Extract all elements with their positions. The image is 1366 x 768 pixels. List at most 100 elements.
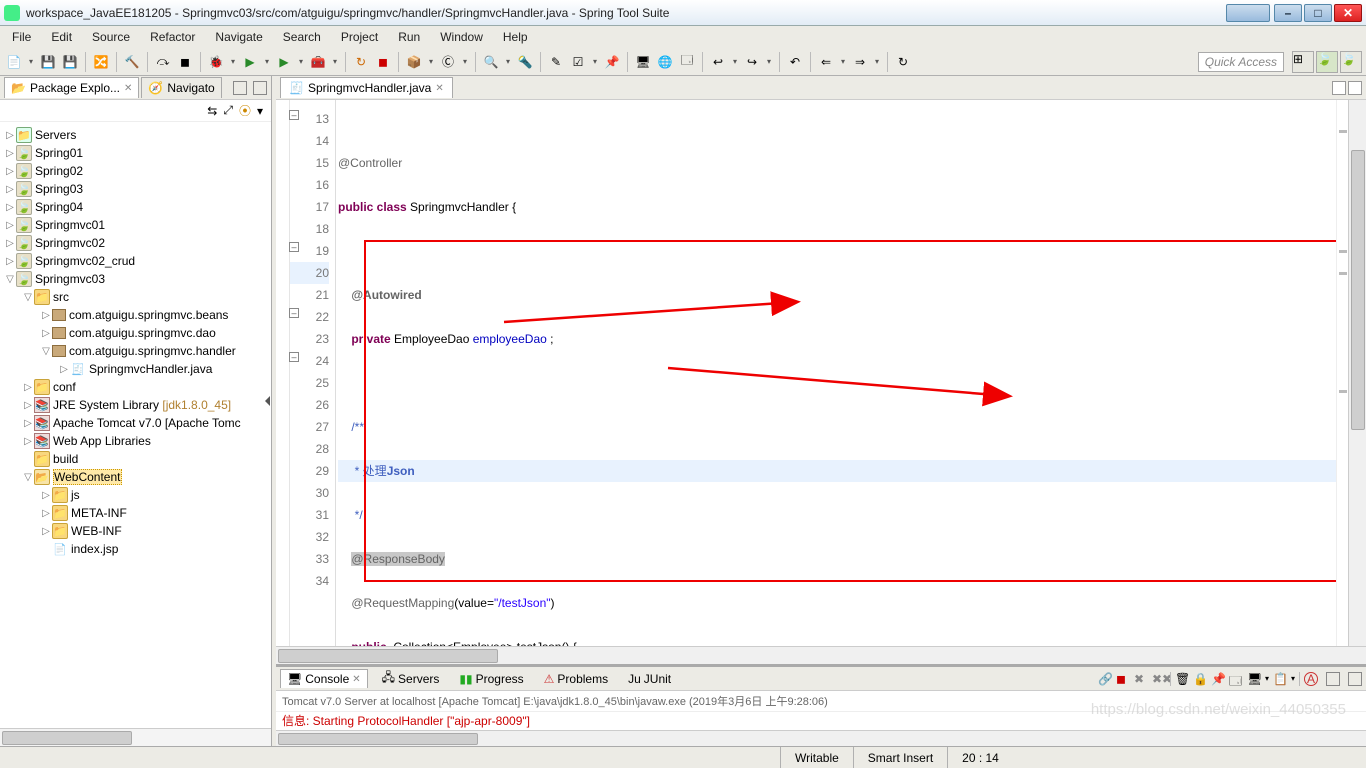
console-horizontal-scrollbar[interactable] <box>276 730 1366 746</box>
console-minimize-button[interactable] <box>1326 672 1340 686</box>
forward-button[interactable]: ⇒ <box>850 52 870 72</box>
window-icon[interactable]: 🗔 <box>677 52 697 72</box>
menu-search[interactable]: Search <box>275 28 329 46</box>
clear-console-icon[interactable]: 🗑 <box>1175 672 1189 686</box>
editor-tab-springmvchandler[interactable]: 🧾 SpringmvcHandler.java ✕ <box>280 77 453 98</box>
stop-server-button[interactable]: ◼ <box>175 52 195 72</box>
save-all-button[interactable]: 💾 <box>60 52 80 72</box>
show-console-icon[interactable]: 🗔 <box>1229 672 1243 686</box>
servers-tab[interactable]: 🖧Servers <box>376 666 446 691</box>
build-button[interactable]: 🔨 <box>122 52 142 72</box>
tree-pkg-beans[interactable]: com.atguigu.springmvc.beans <box>69 308 228 322</box>
problems-tab[interactable]: ⚠Problems <box>538 670 614 688</box>
display-selected-icon[interactable]: 🖥 <box>1247 672 1261 686</box>
editor-minimize-button[interactable] <box>1332 81 1346 95</box>
editor-horizontal-scrollbar[interactable] <box>276 646 1366 664</box>
view-menu-icon[interactable]: ▾ <box>257 104 263 118</box>
tree-js[interactable]: js <box>71 488 80 502</box>
tree-metainf[interactable]: META-INF <box>71 506 127 520</box>
left-horizontal-scrollbar[interactable] <box>0 728 271 746</box>
prev-annotation-button[interactable]: ↩ <box>708 52 728 72</box>
close-editor-tab-icon[interactable]: ✕ <box>435 83 443 94</box>
java-ee-perspective-button[interactable]: 🍃 <box>1316 51 1338 73</box>
menu-source[interactable]: Source <box>84 28 138 46</box>
tree-servers[interactable]: Servers <box>35 128 76 142</box>
junit-tab[interactable]: JuJUnit <box>622 670 677 688</box>
line-number-gutter[interactable]: 13 14 15 16 17 18 19 20 21 22 23 24 25 2… <box>290 100 336 646</box>
menu-window[interactable]: Window <box>432 28 491 46</box>
tree-springmvc01[interactable]: Springmvc01 <box>35 218 105 232</box>
progress-tab[interactable]: ▮▮Progress <box>453 670 529 688</box>
stop-button[interactable]: ◼ <box>373 52 393 72</box>
tree-spring03[interactable]: Spring03 <box>35 182 83 196</box>
browser-icon[interactable]: 🌐 <box>655 52 675 72</box>
terminate-icon[interactable]: ◼ <box>1116 672 1130 686</box>
menu-run[interactable]: Run <box>390 28 428 46</box>
back-button[interactable]: ⇐ <box>816 52 836 72</box>
menu-refactor[interactable]: Refactor <box>142 28 203 46</box>
tree-src[interactable]: src <box>53 290 69 304</box>
open-perspective-button[interactable]: ⊞ <box>1292 51 1314 73</box>
tree-jre[interactable]: JRE System Library <box>53 398 159 412</box>
run-last-button[interactable]: ▶ <box>274 52 294 72</box>
tree-webinf[interactable]: WEB-INF <box>71 524 122 538</box>
refresh-button[interactable]: ↻ <box>893 52 913 72</box>
tree-spring04[interactable]: Spring04 <box>35 200 83 214</box>
spring-perspective-button[interactable]: 🍃 <box>1340 51 1362 73</box>
remove-all-icon[interactable]: ✖✖ <box>1152 672 1166 686</box>
navigator-tab[interactable]: 🧭Navigato <box>141 77 221 98</box>
debug-skip-button[interactable]: ⤼ <box>153 52 173 72</box>
remove-launch-icon[interactable]: ✖ <box>1134 672 1148 686</box>
last-edit-button[interactable]: ↶ <box>785 52 805 72</box>
new-java-package-button[interactable]: 📦 <box>404 52 424 72</box>
menu-file[interactable]: File <box>4 28 39 46</box>
tree-tomcat[interactable]: Apache Tomcat v7.0 [Apache Tomc <box>53 416 241 430</box>
servers-icon[interactable]: 🖥 <box>633 52 653 72</box>
external-tools-button[interactable]: 🧰 <box>308 52 328 72</box>
open-console-icon[interactable]: 📋 <box>1273 672 1287 686</box>
project-tree[interactable]: ▷📁Servers ▷🍃Spring01 ▷🍃Spring02 ▷🍃Spring… <box>0 122 271 728</box>
code-editor[interactable]: @Controller public class SpringmvcHandle… <box>336 100 1336 646</box>
overview-ruler[interactable] <box>1336 100 1348 646</box>
tree-handler-java[interactable]: SpringmvcHandler.java <box>89 362 212 376</box>
task-button[interactable]: ☑ <box>568 52 588 72</box>
run-button[interactable]: ▶ <box>240 52 260 72</box>
minimize-view-button[interactable] <box>233 81 247 95</box>
pin-console-icon[interactable]: 📌 <box>1211 672 1225 686</box>
editor-vertical-scrollbar[interactable] <box>1348 100 1366 646</box>
close-tab-icon[interactable]: ✕ <box>124 83 132 94</box>
console-link-icon[interactable]: 🔗 <box>1098 672 1112 686</box>
tree-springmvc02[interactable]: Springmvc02 <box>35 236 105 250</box>
new-button[interactable]: 📄 <box>4 52 24 72</box>
tree-build[interactable]: build <box>53 452 78 466</box>
quick-access-input[interactable]: Quick Access <box>1198 52 1284 72</box>
new-java-class-button[interactable]: Ⓒ <box>438 52 458 72</box>
next-annotation-button[interactable]: ↪ <box>742 52 762 72</box>
menu-edit[interactable]: Edit <box>43 28 80 46</box>
package-explorer-tab[interactable]: 📂 Package Explo... ✕ <box>4 77 139 98</box>
tree-springmvc03[interactable]: Springmvc03 <box>35 272 105 286</box>
tree-webapplib[interactable]: Web App Libraries <box>53 434 151 448</box>
maximize-view-button[interactable] <box>253 81 267 95</box>
console-output[interactable]: 信息: Starting ProtocolHandler ["ajp-apr-8… <box>276 712 1366 730</box>
collapse-all-icon[interactable]: ⇆ <box>207 104 217 118</box>
link-editor-icon[interactable]: ⤢ <box>223 103 233 118</box>
console-tab[interactable]: 🖥Console✕ <box>280 669 368 688</box>
debug-button[interactable]: 🐞 <box>206 52 226 72</box>
tree-spring01[interactable]: Spring01 <box>35 146 83 160</box>
aop-icon[interactable]: A <box>1304 672 1318 686</box>
pin-button[interactable]: 📌 <box>602 52 622 72</box>
toggle-mark-button[interactable]: ✎ <box>546 52 566 72</box>
open-type-button[interactable]: 🔍 <box>481 52 501 72</box>
scroll-lock-icon[interactable]: 🔒 <box>1193 672 1207 686</box>
close-button[interactable]: ✕ <box>1334 4 1362 22</box>
tree-pkg-handler[interactable]: com.atguigu.springmvc.handler <box>69 344 236 358</box>
tree-webcontent[interactable]: WebContent <box>53 469 122 485</box>
tree-pkg-dao[interactable]: com.atguigu.springmvc.dao <box>69 326 216 340</box>
tree-spring02[interactable]: Spring02 <box>35 164 83 178</box>
switch-button[interactable]: 🔀 <box>91 52 111 72</box>
save-button[interactable]: 💾 <box>38 52 58 72</box>
editor-maximize-button[interactable] <box>1348 81 1362 95</box>
menu-project[interactable]: Project <box>333 28 386 46</box>
window-minimize-restore-pair[interactable] <box>1226 4 1270 22</box>
